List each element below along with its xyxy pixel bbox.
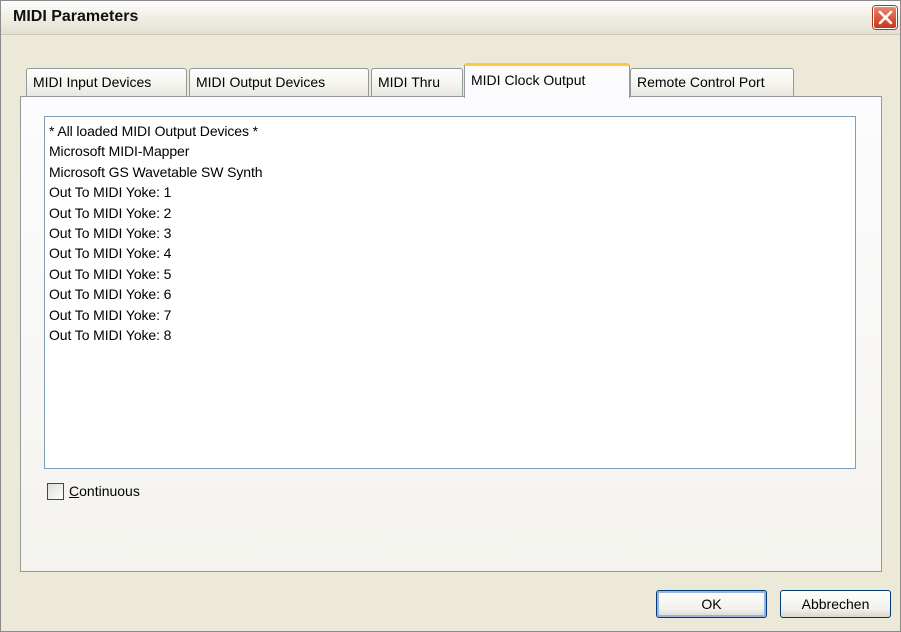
- list-item[interactable]: Out To MIDI Yoke: 6: [49, 284, 855, 304]
- close-button[interactable]: [873, 6, 897, 29]
- list-item[interactable]: Out To MIDI Yoke: 3: [49, 223, 855, 243]
- list-item[interactable]: Microsoft GS Wavetable SW Synth: [49, 162, 855, 182]
- midi-parameters-dialog: MIDI Parameters MIDI Input Devices MIDI …: [0, 0, 901, 632]
- list-item[interactable]: Out To MIDI Yoke: 1: [49, 182, 855, 202]
- list-item[interactable]: Out To MIDI Yoke: 2: [49, 203, 855, 223]
- list-item[interactable]: Microsoft MIDI-Mapper: [49, 141, 855, 161]
- tab-midi-input-devices[interactable]: MIDI Input Devices: [26, 68, 187, 96]
- tab-midi-thru[interactable]: MIDI Thru: [371, 68, 463, 96]
- list-item[interactable]: Out To MIDI Yoke: 5: [49, 264, 855, 284]
- tab-remote-control-port[interactable]: Remote Control Port: [630, 68, 794, 96]
- close-icon: [878, 10, 893, 25]
- list-item[interactable]: * All loaded MIDI Output Devices *: [49, 121, 855, 141]
- cancel-button[interactable]: Abbrechen: [780, 590, 891, 618]
- continuous-checkbox[interactable]: [47, 483, 64, 500]
- list-item[interactable]: Out To MIDI Yoke: 7: [49, 305, 855, 325]
- window-title: MIDI Parameters: [13, 8, 139, 25]
- continuous-label-accelerator: C: [69, 483, 80, 499]
- list-item[interactable]: Out To MIDI Yoke: 4: [49, 243, 855, 263]
- ok-button[interactable]: OK: [656, 590, 767, 618]
- output-device-listbox[interactable]: * All loaded MIDI Output Devices * Micro…: [44, 116, 856, 469]
- list-item[interactable]: Out To MIDI Yoke: 8: [49, 325, 855, 345]
- tab-midi-output-devices[interactable]: MIDI Output Devices: [189, 68, 369, 96]
- title-bar[interactable]: MIDI Parameters: [1, 1, 900, 35]
- tab-midi-clock-output[interactable]: MIDI Clock Output: [464, 63, 630, 98]
- continuous-label[interactable]: Continuous: [69, 483, 140, 499]
- continuous-label-rest: ontinuous: [79, 483, 140, 499]
